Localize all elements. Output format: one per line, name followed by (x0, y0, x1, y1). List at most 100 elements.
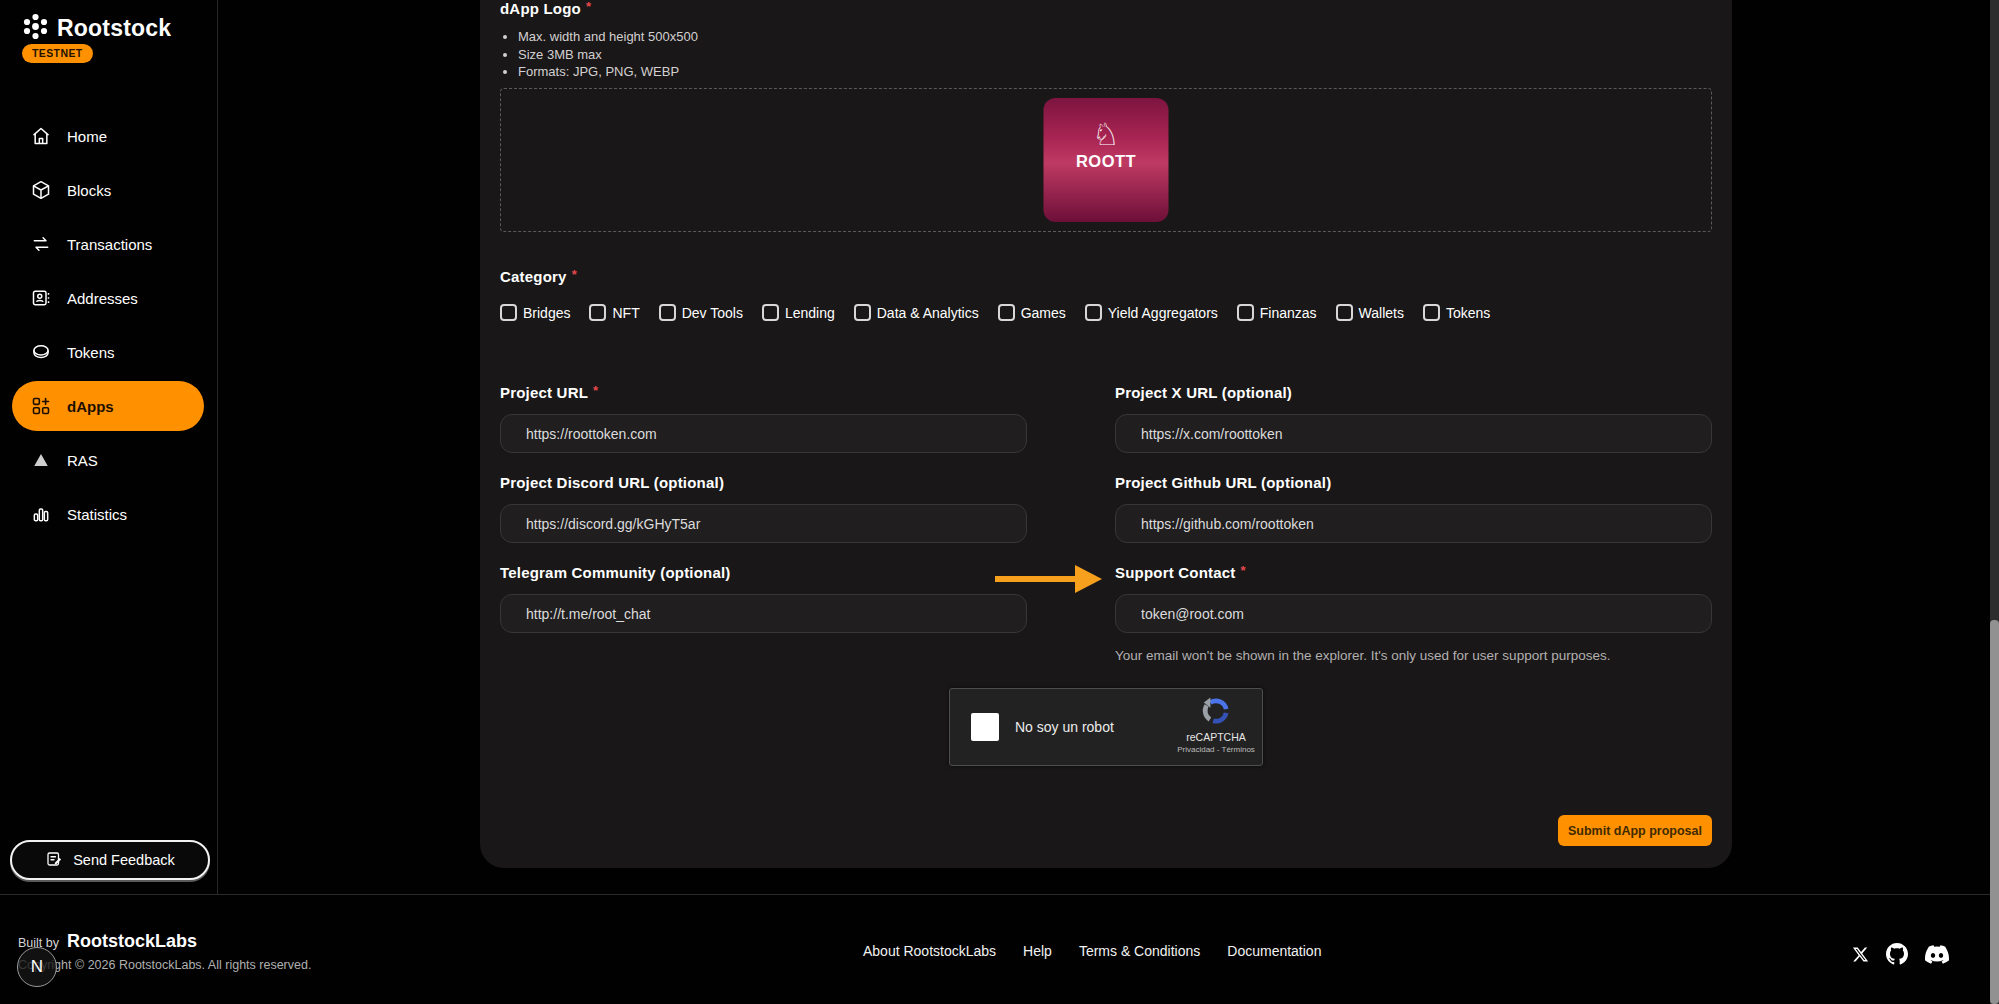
project-x-url-field: Project X URL (optional) (1115, 384, 1712, 453)
category-option-dev-tools[interactable]: Dev Tools (659, 304, 743, 321)
support-contact-field: Support Contact* Your email won't be sho… (1115, 564, 1712, 663)
support-contact-label: Support Contact* (1115, 564, 1712, 581)
footer-social (1852, 943, 1949, 969)
telegram-community-field: Telegram Community (optional) (500, 564, 1027, 663)
footer-link-terms[interactable]: Terms & Conditions (1079, 943, 1200, 959)
checkbox[interactable] (1085, 304, 1102, 321)
sidebar: Rootstock TESTNET Home Blocks Transactio… (0, 0, 218, 894)
checkbox[interactable] (998, 304, 1015, 321)
category-option-nft[interactable]: NFT (589, 304, 639, 321)
n-overlay-badge[interactable]: N (17, 947, 57, 987)
sidebar-item-statistics[interactable]: Statistics (0, 487, 217, 541)
sidebar-item-dapps[interactable]: dApps (12, 381, 204, 431)
feedback-note-icon (45, 850, 63, 871)
rootstock-logo-icon (22, 13, 49, 44)
discord-icon[interactable] (1925, 945, 1949, 968)
recaptcha-brand-name: reCAPTCHA (1176, 731, 1256, 743)
checkbox[interactable] (589, 304, 606, 321)
sidebar-item-addresses[interactable]: Addresses (0, 271, 217, 325)
brand-name: Rootstock (57, 15, 171, 42)
project-discord-url-field: Project Discord URL (optional) (500, 474, 1027, 543)
logo-rule: Formats: JPG, PNG, WEBP (518, 63, 698, 81)
sidebar-item-label: Tokens (67, 344, 115, 361)
testnet-badge: TESTNET (22, 44, 93, 63)
footer-copyright: Copyright © 2026 RootstockLabs. All righ… (18, 958, 311, 972)
scrollbar-track[interactable] (1990, 0, 1999, 1004)
logo-upload-dropzone[interactable]: ♘ ROOTT (500, 88, 1712, 232)
footer-link-about[interactable]: About RootstockLabs (863, 943, 996, 959)
recaptcha-brand: reCAPTCHA Privacidad - Términos (1176, 696, 1256, 754)
category-options: Bridges NFT Dev Tools Lending Data & Ana… (500, 304, 1490, 321)
checkbox[interactable] (1423, 304, 1440, 321)
dapps-grid-icon (30, 395, 52, 417)
contact-card-icon (30, 287, 52, 309)
sidebar-item-tokens[interactable]: Tokens (0, 325, 217, 379)
checkbox[interactable] (500, 304, 517, 321)
bar-chart-icon (30, 503, 52, 525)
logo-rules-list: Max. width and height 500x500 Size 3MB m… (518, 28, 698, 81)
checkbox[interactable] (1336, 304, 1353, 321)
footer-brand-block: Built byRootstockLabs Copyright © 2026 R… (18, 931, 311, 972)
sidebar-item-transactions[interactable]: Transactions (0, 217, 217, 271)
dapp-proposal-form-card: dApp Logo* Max. width and height 500x500… (480, 0, 1732, 868)
required-asterisk: * (586, 0, 591, 14)
category-option-wallets[interactable]: Wallets (1336, 304, 1404, 321)
sidebar-nav: Home Blocks Transactions Addresses Token… (0, 109, 217, 541)
recaptcha-label: No soy un robot (1015, 719, 1114, 735)
sidebar-item-label: RAS (67, 452, 98, 469)
knight-icon: ♘ (1092, 119, 1120, 150)
category-option-data-analytics[interactable]: Data & Analytics (854, 304, 979, 321)
project-discord-url-input[interactable] (500, 504, 1027, 543)
footer-link-help[interactable]: Help (1023, 943, 1052, 959)
project-github-url-field: Project Github URL (optional) (1115, 474, 1712, 543)
support-note: Your email won't be shown in the explore… (1115, 648, 1712, 663)
category-option-yield-aggregators[interactable]: Yield Aggregators (1085, 304, 1218, 321)
scrollbar-thumb[interactable] (1990, 620, 1999, 1004)
sidebar-item-blocks[interactable]: Blocks (0, 163, 217, 217)
sidebar-item-label: Addresses (67, 290, 138, 307)
brand-logo[interactable]: Rootstock (22, 13, 171, 44)
required-asterisk: * (593, 383, 598, 398)
x-icon[interactable] (1852, 946, 1869, 967)
telegram-community-input[interactable] (500, 594, 1027, 633)
category-option-lending[interactable]: Lending (762, 304, 835, 321)
send-feedback-button[interactable]: Send Feedback (10, 840, 210, 880)
checkbox[interactable] (762, 304, 779, 321)
category-option-finanzas[interactable]: Finanzas (1237, 304, 1317, 321)
home-icon (30, 125, 52, 147)
required-asterisk: * (1241, 563, 1246, 578)
github-icon[interactable] (1886, 943, 1908, 969)
checkbox[interactable] (659, 304, 676, 321)
project-url-field: Project URL* (500, 384, 1027, 453)
footer-link-docs[interactable]: Documentation (1227, 943, 1321, 959)
footer-links: About RootstockLabs Help Terms & Conditi… (863, 943, 1321, 959)
sidebar-item-home[interactable]: Home (0, 109, 217, 163)
logo-rule: Size 3MB max (518, 46, 698, 64)
footer: Built byRootstockLabs Copyright © 2026 R… (0, 894, 1999, 1004)
project-url-label: Project URL* (500, 384, 1027, 401)
submit-dapp-proposal-button[interactable]: Submit dApp proposal (1558, 815, 1712, 846)
sidebar-item-ras[interactable]: RAS (0, 433, 217, 487)
recaptcha-links[interactable]: Privacidad - Términos (1176, 745, 1256, 754)
sidebar-item-label: Blocks (67, 182, 111, 199)
project-x-url-label: Project X URL (optional) (1115, 384, 1712, 401)
swap-arrows-icon (30, 233, 52, 255)
cube-icon (30, 179, 52, 201)
checkbox[interactable] (854, 304, 871, 321)
category-option-tokens[interactable]: Tokens (1423, 304, 1490, 321)
category-option-games[interactable]: Games (998, 304, 1066, 321)
project-github-url-input[interactable] (1115, 504, 1712, 543)
logo-preview-text: ROOTT (1076, 152, 1136, 171)
logo-rule: Max. width and height 500x500 (518, 28, 698, 46)
checkbox[interactable] (1237, 304, 1254, 321)
project-github-url-label: Project Github URL (optional) (1115, 474, 1712, 491)
project-url-input[interactable] (500, 414, 1027, 453)
support-contact-input[interactable] (1115, 594, 1712, 633)
recaptcha-logo-icon (1201, 696, 1231, 726)
recaptcha-widget: No soy un robot reCAPTCHA Privacidad - T… (949, 688, 1263, 766)
category-option-bridges[interactable]: Bridges (500, 304, 570, 321)
annotation-arrow (995, 565, 1102, 593)
recaptcha-checkbox[interactable] (971, 713, 999, 741)
footer-company: RootstockLabs (67, 931, 197, 952)
project-x-url-input[interactable] (1115, 414, 1712, 453)
